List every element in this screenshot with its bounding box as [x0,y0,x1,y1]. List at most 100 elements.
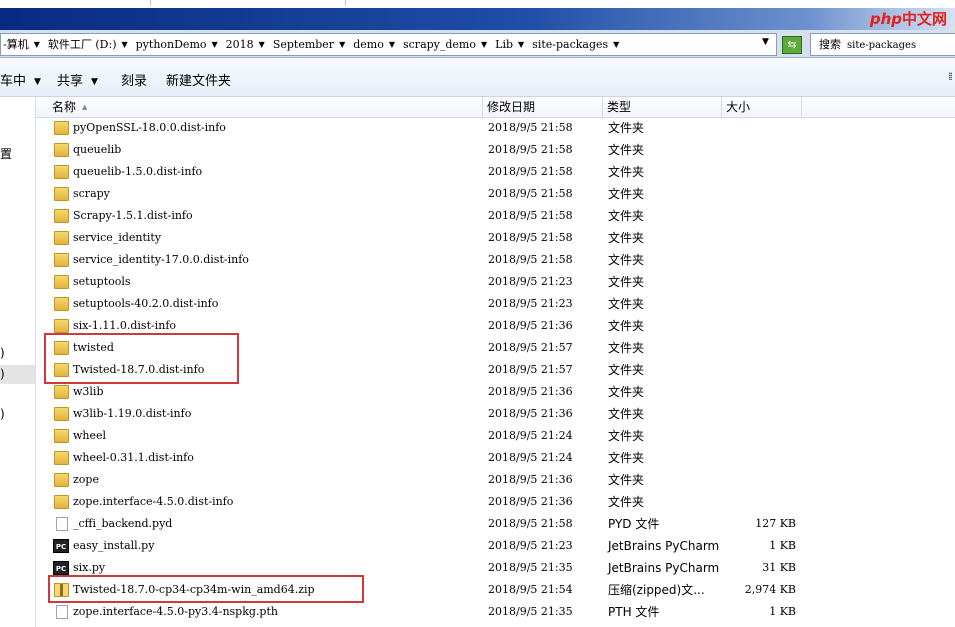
breadcrumb-item[interactable]: scrapy_demo [403,34,476,55]
breadcrumb-item[interactable]: site-packages [532,34,608,55]
address-bar: -算机 ▼ 软件工厂 (D:) ▼ pythonDemo ▼ 2018 ▼ September ▼… [0,30,955,58]
file-type: 文件夹 [608,407,645,421]
share-button[interactable]: 共享 ▼ [57,70,98,89]
search-label: 搜索 [819,38,841,51]
folder-icon [54,385,69,399]
breadcrumb-arrow-icon[interactable]: ▼ [481,34,487,55]
breadcrumb-arrow-icon[interactable]: ▼ [34,34,40,55]
file-row[interactable]: Scrapy-1.5.1.dist-info 2018/9/5 21:58 文件夹 [36,205,955,227]
breadcrumb-item[interactable]: pythonDemo [136,34,207,55]
file-date: 2018/9/5 21:58 [488,231,573,244]
file-row[interactable]: scrapy 2018/9/5 21:58 文件夹 [36,183,955,205]
file-type: 文件夹 [608,429,645,443]
breadcrumb-arrow-icon[interactable]: ▼ [121,34,127,55]
burn-button[interactable]: 刻录 [121,70,147,89]
file-date: 2018/9/5 21:36 [488,319,573,332]
file-row[interactable]: service_identity-17.0.0.dist-info 2018/9/… [36,249,955,271]
file-row[interactable]: zope.interface-4.5.0-py3.4-nspkg.pth 2018… [36,601,955,623]
file-type: 文件夹 [608,473,645,487]
folder-icon [54,319,69,333]
navigation-fragment[interactable]: ) [0,407,5,421]
file-row[interactable]: setuptools-40.2.0.dist-info 2018/9/5 21:2… [36,293,955,315]
breadcrumb-item[interactable]: 软件工厂 (D:) [48,34,117,55]
file-row[interactable]: queuelib 2018/9/5 21:58 文件夹 [36,139,955,161]
folder-icon [54,121,69,135]
file-name: scrapy [73,187,110,200]
file-name: easy_install.py [73,539,155,552]
burn-label: 刻录 [121,74,148,89]
file-type: JetBrains PyCharm [608,561,720,575]
folder-icon [54,231,69,245]
file-name: _cffi_backend.pyd [73,517,173,530]
file-row[interactable]: PC easy_install.py 2018/9/5 21:23 JetBrains… [36,535,955,557]
folder-icon [54,297,69,311]
navigation-fragment[interactable]: ) [0,367,5,381]
breadcrumb-arrow-icon[interactable]: ▼ [518,34,524,55]
file-row[interactable]: six-1.11.0.dist-info 2018/9/5 21:36 文件夹 [36,315,955,337]
column-size-label: 大小 [726,100,751,114]
breadcrumb-item[interactable]: demo [353,34,384,55]
folder-icon [54,187,69,201]
column-size[interactable]: 大小 [722,97,802,117]
organize-button[interactable]: 车中 ▼ [0,70,41,89]
breadcrumb-item[interactable]: -算机 [3,34,29,55]
file-row[interactable]: w3lib-1.19.0.dist-info 2018/9/5 21:36 文件夹 [36,403,955,425]
address-history-dropdown-icon[interactable]: ▼ [762,37,769,47]
file-row[interactable]: twisted 2018/9/5 21:57 文件夹 [36,337,955,359]
navigation-fragment[interactable]: ) [0,346,5,360]
breadcrumb-item[interactable]: Lib [495,34,513,55]
pycharm-icon: PC [53,561,69,575]
file-row[interactable]: pyOpenSSL-18.0.0.dist-info 2018/9/5 21:58… [36,117,955,139]
column-name[interactable]: 名称 ▲ [36,97,483,117]
file-row[interactable]: Twisted-18.7.0.dist-info 2018/9/5 21:57 文件… [36,359,955,381]
file-row[interactable]: setuptools 2018/9/5 21:23 文件夹 [36,271,955,293]
file-date: 2018/9/5 21:58 [488,143,573,156]
file-row[interactable]: queuelib-1.5.0.dist-info 2018/9/5 21:58 文件… [36,161,955,183]
file-row[interactable]: Twisted-18.7.0-cp34-cp34m-win_amd64.zip 2… [36,579,955,601]
breadcrumb-arrow-icon[interactable]: ▼ [389,34,395,55]
breadcrumb-item[interactable]: 2018 [226,34,254,55]
breadcrumb[interactable]: -算机 ▼ 软件工厂 (D:) ▼ pythonDemo ▼ 2018 ▼ September ▼… [0,33,777,56]
view-options-icon[interactable]: ⁞⁞ [948,70,953,83]
folder-icon [54,275,69,289]
file-row[interactable]: wheel 2018/9/5 21:24 文件夹 [36,425,955,447]
refresh-button[interactable]: ⇆ [782,36,802,54]
column-type[interactable]: 类型 [603,97,722,117]
new-folder-button[interactable]: 新建文件夹 [166,70,231,89]
file-row[interactable]: w3lib 2018/9/5 21:36 文件夹 [36,381,955,403]
file-type: 文件夹 [608,363,645,377]
file-row[interactable]: zope 2018/9/5 21:36 文件夹 [36,469,955,491]
watermark-cn: 中文网 [901,10,947,28]
breadcrumb-item[interactable]: September [273,34,334,55]
file-row[interactable]: service_identity 2018/9/5 21:58 文件夹 [36,227,955,249]
file-date: 2018/9/5 21:23 [488,539,573,552]
breadcrumb-arrow-icon[interactable]: ▼ [212,34,218,55]
file-row[interactable]: zope.interface-4.5.0.dist-info 2018/9/5 2… [36,491,955,513]
share-label: 共享 [57,74,84,89]
folder-icon [54,363,69,377]
column-date[interactable]: 修改日期 [483,97,603,117]
folder-icon [54,165,69,179]
file-type: 文件夹 [608,495,645,509]
navigation-fragment[interactable]: 置 [0,145,12,162]
watermark-php: php [869,10,902,28]
search-input[interactable]: 搜索 site-packages [810,33,955,56]
breadcrumb-arrow-icon[interactable]: ▼ [613,34,619,55]
file-name: zope.interface-4.5.0.dist-info [73,495,234,508]
file-name: twisted [73,341,114,354]
column-name-label: 名称 [52,100,77,114]
file-date: 2018/9/5 21:58 [488,253,573,266]
file-type: 文件夹 [608,231,645,245]
file-type: 文件夹 [608,297,645,311]
column-type-label: 类型 [607,100,632,114]
folder-icon [54,143,69,157]
breadcrumb-arrow-icon[interactable]: ▼ [339,34,345,55]
file-row[interactable]: wheel-0.31.1.dist-info 2018/9/5 21:24 文件夹 [36,447,955,469]
file-row[interactable]: PC six.py 2018/9/5 21:35 JetBrains PyCharm 3… [36,557,955,579]
file-row[interactable]: _cffi_backend.pyd 2018/9/5 21:58 PYD 文件 127… [36,513,955,535]
folder-icon [54,407,69,421]
navigation-selected-item[interactable] [0,365,35,384]
chevron-down-icon: ▼ [91,77,98,87]
breadcrumb-arrow-icon[interactable]: ▼ [259,34,265,55]
file-name: Scrapy-1.5.1.dist-info [73,209,193,222]
